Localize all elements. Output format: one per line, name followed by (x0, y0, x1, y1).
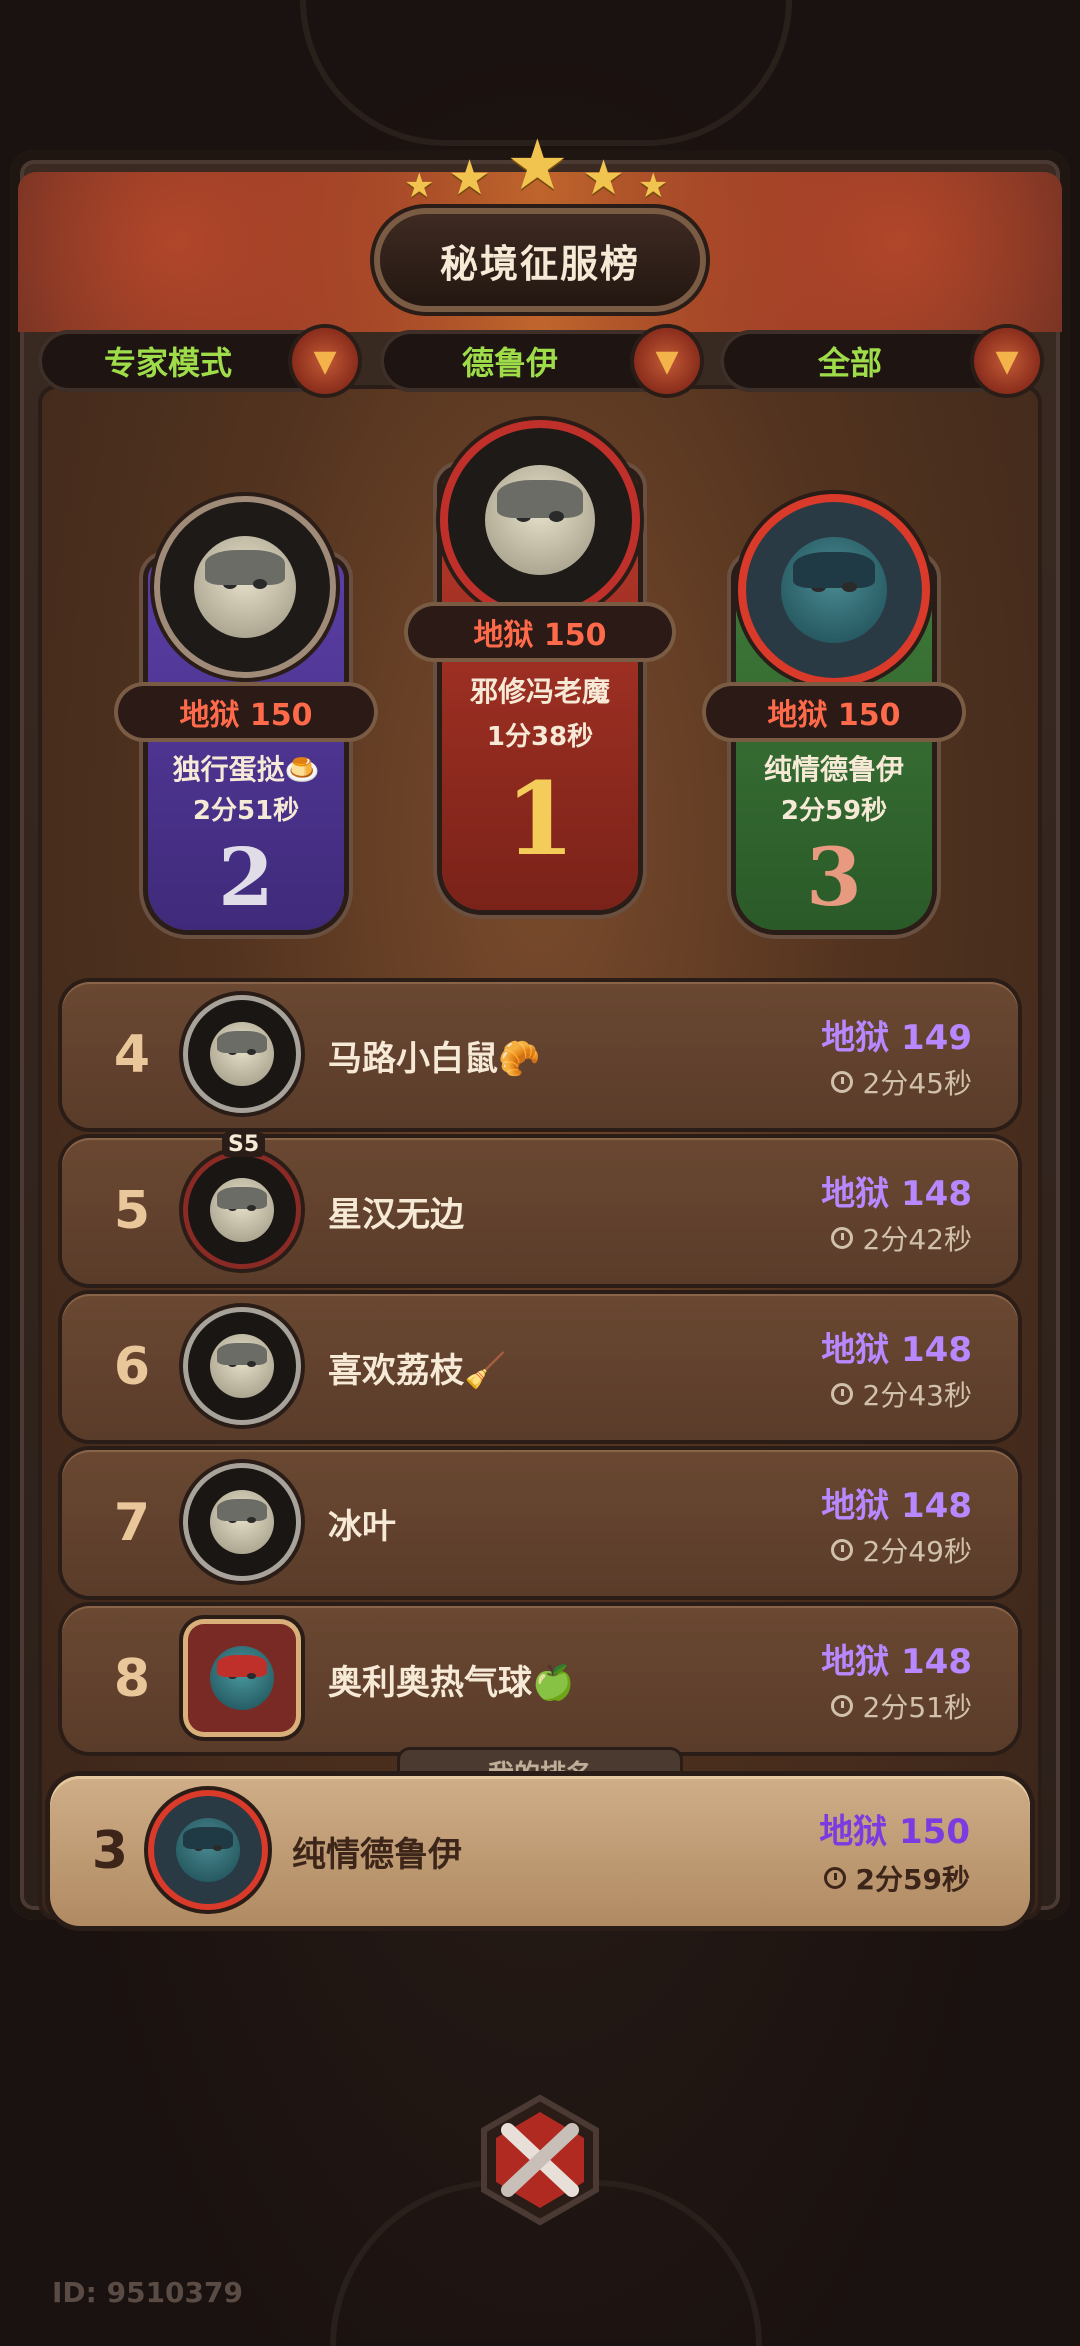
clear-time: 2分49秒 (830, 1530, 972, 1570)
rating-stars: ★ ★ ★ ★ ★ (404, 124, 676, 212)
avatar (188, 1624, 296, 1732)
clear-time-value: 2分43秒 (862, 1379, 972, 1412)
hell-level: 地狱 148 (821, 1330, 972, 1370)
clock-icon (830, 1695, 853, 1717)
podium-first-rank: 1 (505, 760, 575, 878)
star-icon: ★ (448, 150, 492, 206)
rank-number: 4 (113, 1025, 151, 1085)
rank-number: 5 (113, 1181, 151, 1241)
avatar (448, 428, 632, 612)
player-name: 奥利奥热气球🍏 (328, 1662, 575, 1703)
filter-mode-dropdown[interactable]: 专家模式 ▼ (38, 328, 358, 394)
hell-level: 地狱 149 (821, 1018, 972, 1058)
podium-third-time: 2分59秒 (780, 796, 888, 826)
clear-time: 2分43秒 (830, 1374, 972, 1414)
clock-icon (830, 1071, 853, 1093)
podium-third-name: 纯情德鲁伊 (763, 753, 904, 786)
clock-icon (830, 1539, 853, 1561)
podium-second-time: 2分51秒 (192, 796, 300, 826)
avatar (188, 1468, 296, 1576)
player-name: 纯情德鲁伊 (292, 1834, 462, 1875)
clock-icon (823, 1867, 846, 1889)
chevron-down-icon[interactable]: ▼ (974, 328, 1040, 394)
podium-second-name: 独行蛋挞🍮 (172, 753, 320, 786)
podium-first-level: 地狱 150 (408, 606, 672, 658)
podium-first-time: 1分38秒 (486, 722, 594, 752)
page-title: 秘境征服榜 (380, 214, 700, 306)
hell-level: 地狱 148 (821, 1174, 972, 1214)
podium-third-level: 地狱 150 (706, 686, 962, 738)
avatar (746, 502, 922, 678)
player-name: 喜欢荔枝🧹 (328, 1350, 507, 1391)
star-icon: ★ (404, 166, 435, 206)
my-rank-row[interactable]: 3 纯情德鲁伊 地狱 150 2分59秒 (50, 1776, 1030, 1926)
clock-icon (830, 1383, 853, 1405)
clear-time-value: 2分45秒 (862, 1067, 972, 1100)
podium-third-rank: 3 (806, 830, 862, 924)
player-name: 冰叶 (328, 1506, 396, 1547)
season-badge: S5 (222, 1132, 266, 1157)
rank-number: 7 (113, 1493, 151, 1553)
chevron-down-icon[interactable]: ▼ (634, 328, 700, 394)
player-name: 马路小白鼠🥐 (328, 1038, 541, 1079)
clear-time: 2分59秒 (823, 1858, 970, 1898)
clock-icon (830, 1227, 853, 1249)
clear-time-value: 2分51秒 (862, 1691, 972, 1724)
podium-second-level: 地狱 150 (118, 686, 374, 738)
close-button[interactable] (470, 2090, 610, 2230)
clear-time-value: 2分42秒 (862, 1223, 972, 1256)
hell-level: 地狱 148 (821, 1642, 972, 1682)
close-icon (481, 2094, 599, 2226)
player-name: 星汉无边 (328, 1194, 464, 1235)
avatar (188, 1312, 296, 1420)
clear-time-value: 2分59秒 (855, 1863, 970, 1896)
hell-level: 地狱 150 (819, 1812, 970, 1852)
clear-time: 2分51秒 (830, 1686, 972, 1726)
chevron-down-icon[interactable]: ▼ (292, 328, 358, 394)
player-id: ID: 9510379 (52, 2276, 243, 2309)
list-item[interactable]: 6 喜欢荔枝🧹 地狱 148 2分43秒 (62, 1294, 1018, 1440)
filter-mode-label: 专家模式 (103, 344, 232, 382)
rank-number: 3 (91, 1821, 129, 1881)
avatar (160, 502, 330, 672)
clear-time: 2分45秒 (830, 1062, 972, 1102)
rank-number: 6 (113, 1337, 151, 1397)
avatar (188, 1000, 296, 1108)
avatar (154, 1796, 262, 1904)
rank-number: 8 (113, 1649, 151, 1709)
list-item[interactable]: 7 冰叶 地狱 148 2分49秒 (62, 1450, 1018, 1596)
star-icon: ★ (638, 166, 669, 206)
filter-scope-label: 全部 (817, 344, 882, 382)
clear-time-value: 2分49秒 (862, 1535, 972, 1568)
filter-class-dropdown[interactable]: 德鲁伊 ▼ (380, 328, 700, 394)
clear-time: 2分42秒 (830, 1218, 972, 1258)
list-item[interactable]: 5 S5 星汉无边 地狱 148 2分42秒 (62, 1132, 1018, 1284)
filter-scope-dropdown[interactable]: 全部 ▼ (720, 328, 1040, 394)
podium-second-rank: 2 (218, 830, 274, 924)
filter-class-label: 德鲁伊 (461, 344, 558, 382)
star-icon: ★ (582, 150, 626, 206)
avatar (188, 1156, 296, 1264)
list-item[interactable]: 8 奥利奥热气球🍏 地狱 148 2分51秒 (62, 1606, 1018, 1752)
star-icon: ★ (506, 124, 569, 206)
hell-level: 地狱 148 (821, 1486, 972, 1526)
list-item[interactable]: 4 马路小白鼠🥐 地狱 149 2分45秒 (62, 982, 1018, 1128)
podium-first-name: 邪修冯老魔 (469, 675, 610, 708)
